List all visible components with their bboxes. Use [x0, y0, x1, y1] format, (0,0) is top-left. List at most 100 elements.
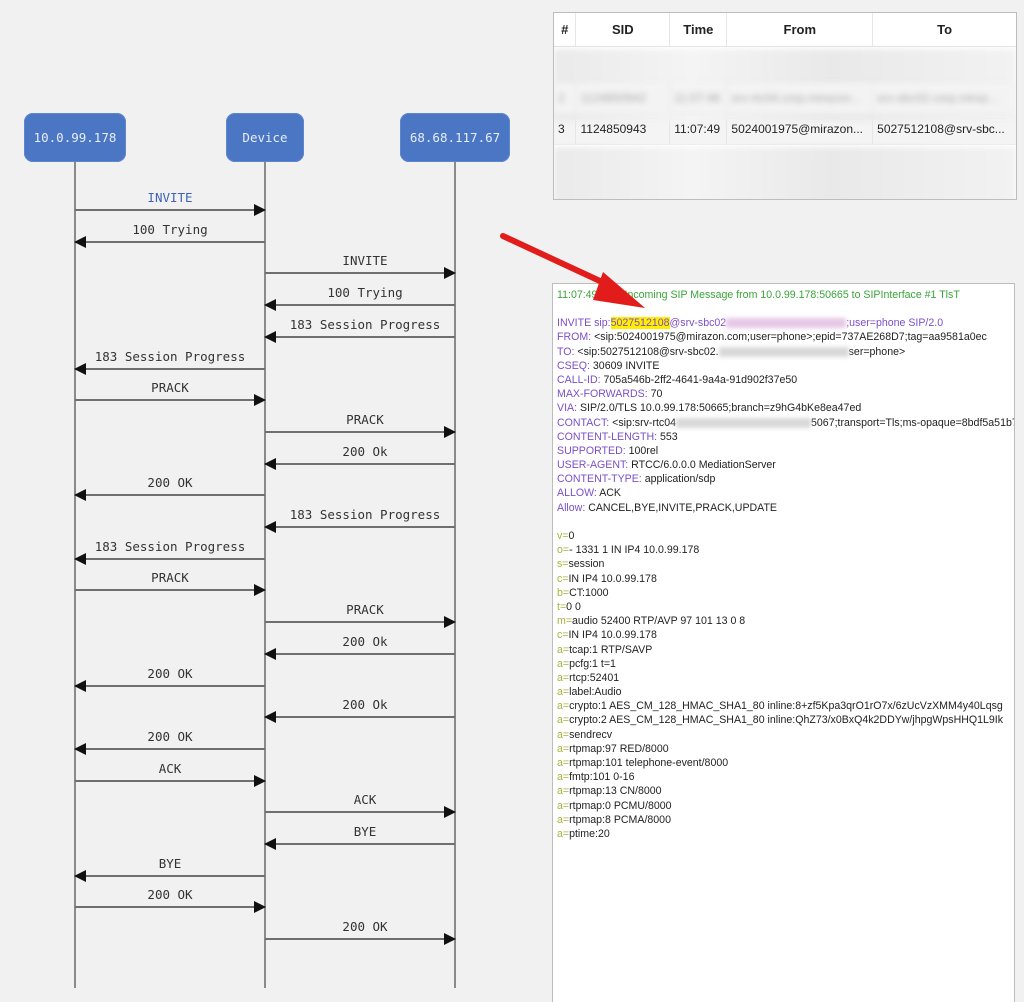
- arrowhead-icon: [264, 458, 276, 470]
- column-header-from[interactable]: From: [727, 13, 874, 46]
- header-value: <sip:srv-rtc04: [609, 416, 677, 429]
- sdp-value: audio 52400 RTP/AVP 97 101 13 0 8: [572, 615, 746, 628]
- redacted-row: [554, 147, 1016, 199]
- message-label: BYE: [158, 856, 182, 871]
- sdp-key: a=: [557, 643, 570, 656]
- message-label: 200 OK: [147, 729, 193, 744]
- calls-table: # SID Time From To 2 1124850942 11:07:48…: [553, 12, 1017, 200]
- sdp-line: o=- 1331 1 IN IP4 10.0.99.178: [557, 543, 1014, 557]
- column-header-num[interactable]: #: [554, 13, 577, 46]
- arrowhead-icon: [444, 806, 456, 818]
- request-uri-prefix: sip:: [594, 317, 611, 330]
- sdp-key: a=: [557, 742, 570, 755]
- message-arrow: [74, 680, 265, 692]
- sdp-key: a=: [557, 757, 570, 769]
- sdp-key: c=: [557, 572, 569, 585]
- header-key: ALLOW:: [557, 487, 597, 500]
- sdp-line: a=crypto:2 AES_CM_128_HMAC_SHA1_80 inlin…: [557, 713, 1014, 727]
- sdp-value: pcfg:1 t=1: [569, 657, 616, 670]
- sdp-key: a=: [557, 657, 570, 670]
- header-key: CONTACT:: [557, 416, 610, 429]
- sdp-value: 0: [568, 530, 575, 542]
- sip-header-line: CONTENT-LENGTH: 553: [557, 430, 1014, 444]
- sdp-value: IN IP4 10.0.99.178: [568, 572, 657, 585]
- participant-box: 68.68.117.67: [400, 113, 510, 162]
- message-arrow: [74, 870, 265, 882]
- message-arrow: [74, 236, 265, 248]
- message-label: 183 Session Progress: [94, 349, 246, 364]
- header-value: 30609 INVITE: [589, 359, 660, 372]
- row-sid: 1124850942: [576, 83, 671, 113]
- header-key: CALL-ID:: [557, 373, 601, 386]
- request-uri-tail: ;user=phone SIP/2.0: [846, 317, 944, 330]
- sdp-key: a=: [557, 799, 570, 812]
- arrowhead-icon: [264, 299, 276, 311]
- sdp-value: label:Audio: [569, 686, 622, 699]
- arrowhead-icon: [74, 236, 86, 248]
- message-arrow: [264, 838, 455, 850]
- sdp-line: s=session: [557, 557, 1014, 571]
- sdp-body: v=0 o=- 1331 1 IN IP4 10.0.99.178 s=sessio…: [557, 529, 1014, 841]
- sdp-key: a=: [557, 728, 570, 741]
- header-value: 100rel: [625, 444, 659, 457]
- participant-box: 10.0.99.178: [24, 113, 126, 162]
- sdp-value: session: [568, 558, 605, 571]
- message-label: PRACK: [346, 412, 384, 427]
- sdp-value: tcap:1 RTP/SAVP: [569, 643, 653, 656]
- header-value: 553: [657, 430, 678, 443]
- header-key: CSEQ:: [557, 359, 590, 372]
- message-arrow: [75, 584, 266, 596]
- sdp-key: c=: [557, 629, 569, 642]
- message-arrow: [264, 299, 455, 311]
- sdp-line: c=IN IP4 10.0.99.178: [557, 572, 1014, 586]
- column-header-sid[interactable]: SID: [576, 13, 671, 46]
- message-arrow: [75, 901, 266, 913]
- table-header: # SID Time From To: [554, 13, 1016, 47]
- message-arrow: [75, 775, 266, 787]
- request-uri-host: @srv-sbc02: [669, 317, 727, 330]
- column-header-time[interactable]: Time: [670, 13, 728, 46]
- sdp-key: a=: [557, 671, 570, 684]
- sdp-value: fmtp:101 0-16: [569, 771, 635, 784]
- sip-header-line: CSEQ: 30609 INVITE: [557, 359, 1014, 373]
- row-num: 2: [554, 83, 577, 113]
- message-header: 11:07:49.—— Incoming SIP Message from 10…: [557, 289, 960, 301]
- column-header-to[interactable]: To: [873, 13, 1016, 46]
- sdp-key: m=: [557, 615, 573, 628]
- sdp-value: rtpmap:13 CN/8000: [569, 785, 662, 798]
- message-label: INVITE: [147, 190, 193, 205]
- lifeline: [264, 162, 266, 988]
- table-row[interactable]: 2 1124850942 11:07:48 srv-rtc04.corp.mir…: [554, 83, 1016, 114]
- sip-message-viewer[interactable]: 11:07:49.—— Incoming SIP Message from 10…: [552, 283, 1015, 1002]
- sdp-value: 0 0: [566, 600, 581, 613]
- message-arrow: [74, 489, 265, 501]
- row-to: srv-sbc02.corp.miraz...: [877, 91, 999, 105]
- sip-header-line: Allow: CANCEL,BYE,INVITE,PRACK,UPDATE: [557, 501, 1014, 515]
- redacted-text: [726, 318, 847, 329]
- arrowhead-icon: [444, 267, 456, 279]
- message-arrow: [265, 933, 456, 945]
- arrowhead-icon: [254, 901, 266, 913]
- message-arrow: [75, 394, 266, 406]
- row-time: 11:07:48: [670, 83, 728, 113]
- sdp-value: IN IP4 10.0.99.178: [568, 629, 657, 642]
- sdp-line: a=tcap:1 RTP/SAVP: [557, 643, 1014, 657]
- sdp-key: a=: [557, 714, 570, 727]
- message-label: 183 Session Progress: [94, 539, 246, 554]
- message-label: 200 Ok: [342, 444, 388, 459]
- header-key: MAX-FORWARDS:: [557, 388, 648, 401]
- sip-header-line: TO: <sip:5027512108@srv-sbc02. ser=phone>: [557, 345, 1014, 359]
- sdp-line: a=rtpmap:101 telephone-event/8000: [557, 756, 1014, 770]
- sdp-value: crypto:1 AES_CM_128_HMAC_SHA1_80 inline:…: [569, 700, 1003, 713]
- sdp-key: s=: [557, 558, 569, 571]
- request-method: INVITE: [557, 317, 592, 330]
- sdp-line: a=sendrecv: [557, 728, 1014, 742]
- sdp-line: a=pcfg:1 t=1: [557, 657, 1014, 671]
- sip-header-line: CONTENT-TYPE: application/sdp: [557, 472, 1014, 486]
- header-key: USER-AGENT:: [557, 459, 629, 472]
- header-value: 705a546b-2ff2-4641-9a4a-91d902f37e50: [600, 373, 798, 386]
- arrowhead-icon: [74, 870, 86, 882]
- header-key: CONTENT-LENGTH:: [557, 430, 658, 443]
- arrowhead-icon: [254, 775, 266, 787]
- sip-header-line: CALL-ID: 705a546b-2ff2-4641-9a4a-91d902f…: [557, 373, 1014, 387]
